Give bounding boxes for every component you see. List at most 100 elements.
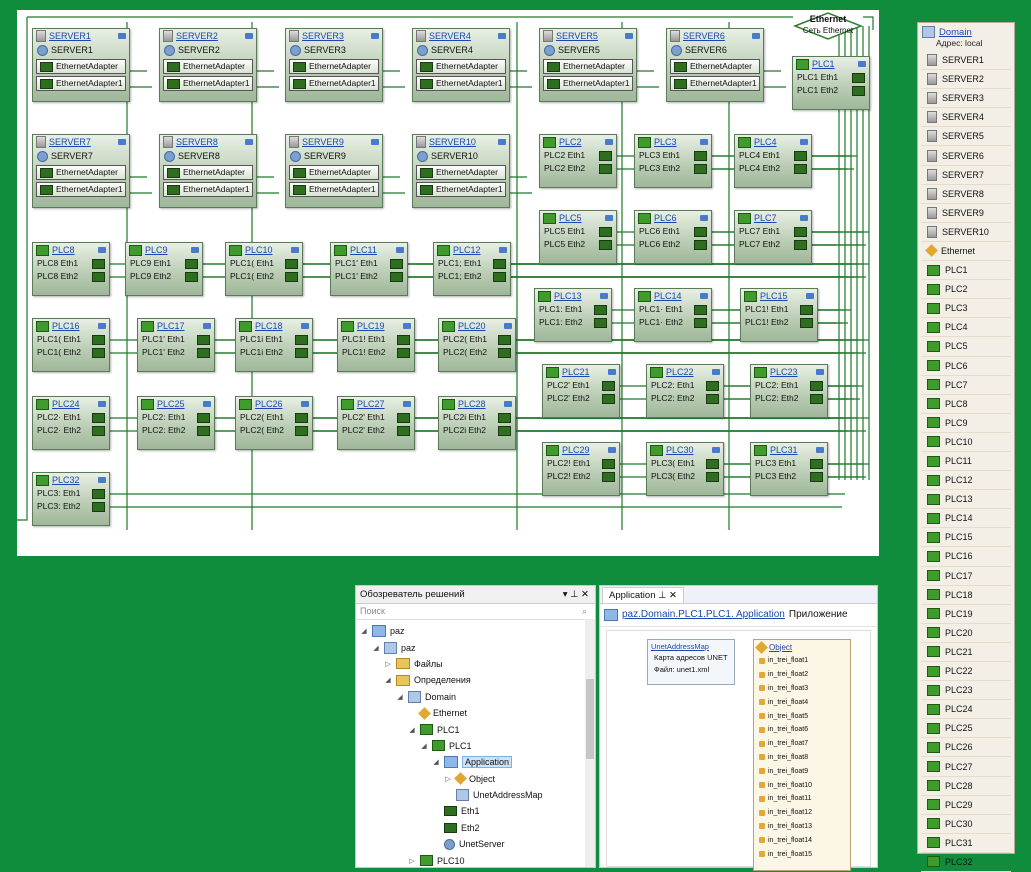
plc-port-row[interactable]: PLC2( Eth2 [236,424,312,437]
plc-port-row[interactable]: PLC3 Eth1 [635,149,711,162]
plc-node[interactable]: PLC1 PLC1 Eth1 PLC1 Eth2 [792,56,870,110]
plc-node[interactable]: PLC21 PLC2' Eth1 PLC2' Eth2 [542,364,620,418]
search-input[interactable]: Поиск [360,604,385,619]
plc-port-row[interactable]: PLC1 Eth1 [793,71,869,84]
pin-icon[interactable] [800,215,808,221]
plc-name-link[interactable]: PLC7 [754,211,797,225]
domain-item[interactable]: Ethernet [921,242,1011,262]
server-node[interactable]: SERVER1 SERVER1 EthernetAdapter EthernetAda… [32,28,130,102]
ethernet-adapter[interactable]: EthernetAdapter1 [289,182,379,197]
domain-item[interactable]: PLC28 [921,777,1011,796]
server-name-link[interactable]: SERVER1 [49,29,115,43]
domain-item[interactable]: SERVER9 [921,204,1011,223]
plc-node[interactable]: PLC14 PLC1· Eth1 PLC1· Eth2 [634,288,712,342]
object-variable[interactable]: in_trei_float3 [754,682,850,696]
plc-name-link[interactable]: PLC24 [52,397,95,411]
plc-node[interactable]: PLC26 PLC2( Eth1 PLC2( Eth2 [235,396,313,450]
ethernet-adapter[interactable]: EthernetAdapter1 [163,76,253,91]
expand-arrow-icon[interactable]: ◢ [408,726,416,734]
plc-node[interactable]: PLC10 PLC1( Eth1 PLC1( Eth2 [225,242,303,296]
plc-name-link[interactable]: PLC12 [453,243,496,257]
plc-port-row[interactable]: PLC2( Eth1 [439,333,515,346]
pin-icon[interactable] [499,247,507,253]
plc-port-row[interactable]: PLC2: Eth2 [138,424,214,437]
pin-icon[interactable] [700,215,708,221]
server-name-link[interactable]: SERVER3 [302,29,368,43]
plc-port-row[interactable]: PLC1( Eth1 [226,257,302,270]
domain-item[interactable]: PLC21 [921,643,1011,662]
plc-port-row[interactable]: PLC3 Eth1 [751,457,827,470]
tab-controls[interactable]: ⊥ ✕ [658,590,677,601]
object-variable[interactable]: in_trei_float12 [754,806,850,820]
plc-port-row[interactable]: PLC1' Eth2 [138,346,214,359]
domain-item[interactable]: SERVER2 [921,70,1011,90]
plc-port-row[interactable]: PLC6 Eth1 [635,225,711,238]
object-node[interactable]: Object in_trei_float1 in_trei_float2 in_tr… [753,639,851,871]
plc-name-link[interactable]: PLC32 [52,473,95,487]
ethernet-adapter[interactable]: EthernetAdapter [543,59,633,74]
ethernet-adapter[interactable]: EthernetAdapter [36,59,126,74]
plc-node[interactable]: PLC20 PLC2( Eth1 PLC2( Eth2 [438,318,516,372]
plc-port-row[interactable]: PLC1' Eth2 [331,270,407,283]
ethernet-adapter[interactable]: EthernetAdapter [289,165,379,180]
pin-icon[interactable] [291,247,299,253]
plc-port-row[interactable]: PLC1! Eth1 [741,303,817,316]
plc-name-link[interactable]: PLC5 [559,211,602,225]
pin-icon[interactable] [98,247,106,253]
plc-node[interactable]: PLC29 PLC2! Eth1 PLC2! Eth2 [542,442,620,496]
plc-port-row[interactable]: PLC2· Eth1 [33,411,109,424]
domain-item[interactable]: PLC13 [921,490,1011,510]
domain-item[interactable]: PLC19 [921,605,1011,624]
breadcrumb-link[interactable]: paz.Domain.PLC1.PLC1. Application [622,604,785,626]
server-name-link[interactable]: SERVER6 [683,29,749,43]
tab-application[interactable]: Application ⊥ ✕ [602,587,684,603]
tree-item[interactable]: ◢ Domain [356,689,595,705]
plc-node[interactable]: PLC2 PLC2 Eth1 PLC2 Eth2 [539,134,617,188]
server-node[interactable]: SERVER3 SERVER3 EthernetAdapter EthernetAda… [285,28,383,102]
plc-name-link[interactable]: PLC27 [357,397,400,411]
pin-icon[interactable] [245,139,253,145]
pin-icon[interactable] [712,447,720,453]
plc-port-row[interactable]: PLC3( Eth2 [647,470,723,483]
domain-item[interactable]: PLC24 [921,700,1011,720]
plc-port-row[interactable]: PLC2: Eth2 [751,392,827,405]
plc-name-link[interactable]: PLC26 [255,397,298,411]
plc-port-row[interactable]: PLC9 Eth1 [126,257,202,270]
plc-node[interactable]: PLC12 PLC1; Eth1 PLC1; Eth2 [433,242,511,296]
pin-icon[interactable] [605,139,613,145]
expand-arrow-icon[interactable]: ◢ [372,644,380,652]
object-variable[interactable]: in_trei_float1 [754,654,850,668]
plc-port-row[interactable]: PLC1( Eth2 [33,346,109,359]
pin-icon[interactable] [203,323,211,329]
server-node[interactable]: SERVER8 SERVER8 EthernetAdapter EthernetAda… [159,134,257,208]
plc-port-row[interactable]: PLC2' Eth1 [543,379,619,392]
plc-port-row[interactable]: PLC2! Eth1 [543,457,619,470]
domain-item[interactable]: PLC8 [921,395,1011,414]
plc-port-row[interactable]: PLC2( Eth1 [236,411,312,424]
plc-name-link[interactable]: PLC17 [157,319,200,333]
plc-node[interactable]: PLC17 PLC1' Eth1 PLC1' Eth2 [137,318,215,372]
plc-port-row[interactable]: PLC6 Eth2 [635,238,711,251]
plc-name-link[interactable]: PLC18 [255,319,298,333]
plc-name-link[interactable]: PLC13 [554,289,597,303]
plc-node[interactable]: PLC4 PLC4 Eth1 PLC4 Eth2 [734,134,812,188]
expand-arrow-icon[interactable]: ◢ [396,693,404,701]
plc-port-row[interactable]: PLC2 Eth1 [540,149,616,162]
plc-node[interactable]: PLC5 PLC5 Eth1 PLC5 Eth2 [539,210,617,264]
domain-item[interactable]: SERVER6 [921,146,1011,166]
plc-node[interactable]: PLC22 PLC2: Eth1 PLC2: Eth2 [646,364,724,418]
plc-port-row[interactable]: PLC1( Eth2 [226,270,302,283]
domain-item[interactable]: PLC3 [921,299,1011,319]
plc-port-row[interactable]: PLC2 Eth2 [540,162,616,175]
ethernet-adapter[interactable]: EthernetAdapter1 [163,182,253,197]
server-node[interactable]: SERVER2 SERVER2 EthernetAdapter EthernetAda… [159,28,257,102]
plc-node[interactable]: PLC23 PLC2: Eth1 PLC2: Eth2 [750,364,828,418]
plc-node[interactable]: PLC8 PLC8 Eth1 PLC8 Eth2 [32,242,110,296]
domain-item[interactable]: PLC9 [921,414,1011,433]
plc-port-row[interactable]: PLC5 Eth1 [540,225,616,238]
pin-icon[interactable] [700,293,708,299]
server-name-link[interactable]: SERVER8 [176,135,242,149]
plc-node[interactable]: PLC24 PLC2· Eth1 PLC2· Eth2 [32,396,110,450]
domain-item[interactable]: PLC20 [921,624,1011,643]
pin-icon[interactable] [396,247,404,253]
